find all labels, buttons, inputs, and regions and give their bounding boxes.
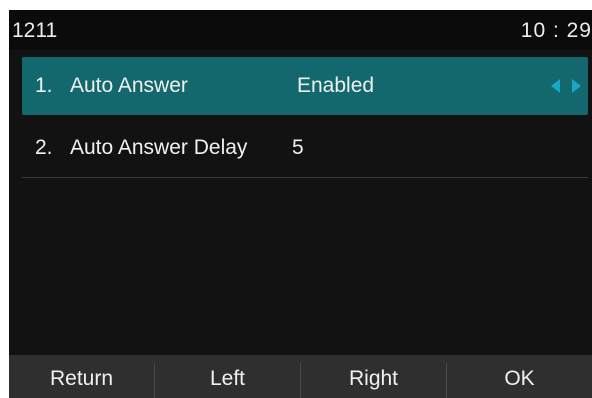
menu-item-value: Enabled: [297, 74, 375, 97]
clock: 10 : 29: [520, 19, 592, 42]
menu-item-number: 2.: [35, 136, 53, 159]
menu-item-number: 1.: [35, 74, 53, 97]
phone-screen: 1211 10 : 29 1. Auto Answer Enabled 2. A…: [9, 10, 592, 398]
arrow-right-icon[interactable]: [572, 79, 581, 93]
account-extension: 1211: [12, 19, 58, 42]
return-softkey[interactable]: Return: [9, 355, 154, 398]
right-softkey[interactable]: Right: [301, 355, 446, 398]
menu-item-label: Auto Answer: [70, 74, 188, 97]
arrow-left-icon[interactable]: [551, 79, 560, 93]
left-softkey[interactable]: Left: [155, 355, 300, 398]
ok-softkey[interactable]: OK: [447, 355, 592, 398]
menu-item-label: Auto Answer Delay: [70, 136, 248, 159]
menu-item-auto-answer-delay[interactable]: 2. Auto Answer Delay 5: [22, 119, 588, 178]
status-bar: 1211 10 : 29: [9, 10, 592, 50]
menu-item-auto-answer[interactable]: 1. Auto Answer Enabled: [22, 57, 588, 115]
value-switch-arrows[interactable]: [551, 77, 581, 95]
menu-item-value: 5: [292, 136, 304, 159]
softkey-bar: Return Left Right OK: [9, 355, 592, 398]
